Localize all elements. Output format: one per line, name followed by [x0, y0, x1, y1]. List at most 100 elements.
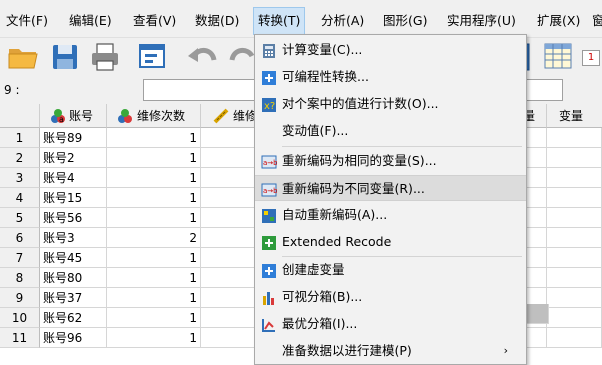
dialog-recall-icon[interactable] [136, 40, 170, 74]
value-labels-badge[interactable]: 1 [582, 50, 600, 66]
cell-variable[interactable] [547, 148, 602, 168]
row-number[interactable]: 5 [0, 208, 40, 228]
menu-item-recode-different[interactable]: a→b 重新编码为不同变量(R)... [255, 175, 526, 201]
menu-view[interactable]: 查看(V) [133, 10, 176, 32]
column-header-repair[interactable]: 维修 [201, 104, 255, 128]
cell-account[interactable]: 账号4 [40, 168, 107, 188]
menu-item-count-values[interactable]: x? 对个案中的值进行计数(O)... [255, 91, 526, 117]
cell-repair-count[interactable]: 1 [107, 148, 201, 168]
cell-repair[interactable] [201, 148, 255, 168]
cell-repair-count[interactable]: 1 [107, 208, 201, 228]
cell-repair-count[interactable]: 1 [107, 288, 201, 308]
cell-repair-count[interactable]: 2 [107, 228, 201, 248]
cell-repair[interactable] [201, 328, 255, 348]
menu-item-extended-recode[interactable]: Extended Recode [255, 229, 526, 255]
cell-account[interactable]: 账号62 [40, 308, 107, 328]
menu-analyze[interactable]: 分析(A) [321, 10, 364, 32]
menu-edit[interactable]: 编辑(E) [69, 10, 112, 32]
menu-window[interactable]: 窗 [592, 10, 602, 32]
menu-extensions[interactable]: 扩展(X) [537, 10, 580, 32]
column-header-label: 量 [527, 104, 535, 127]
cell-account[interactable]: 账号3 [40, 228, 107, 248]
cell-variable[interactable] [527, 188, 547, 208]
cell-repair[interactable] [201, 288, 255, 308]
cell-repair-count[interactable]: 1 [107, 308, 201, 328]
cell-variable[interactable] [547, 248, 602, 268]
menu-item-compute-variable[interactable]: 计算变量(C)... [255, 37, 526, 63]
row-number[interactable]: 2 [0, 148, 40, 168]
row-number[interactable]: 7 [0, 248, 40, 268]
cell-repair-count[interactable]: 1 [107, 328, 201, 348]
row-number[interactable]: 11 [0, 328, 40, 348]
cell-account[interactable]: 账号2 [40, 148, 107, 168]
undo-icon[interactable] [186, 40, 220, 74]
cell-repair[interactable] [201, 128, 255, 148]
row-number[interactable]: 6 [0, 228, 40, 248]
menu-item-visual-binning[interactable]: 可视分箱(B)... [255, 284, 526, 310]
menu-data[interactable]: 数据(D) [195, 10, 239, 32]
cell-variable[interactable] [527, 228, 547, 248]
cell-repair[interactable] [201, 308, 255, 328]
cell-repair-count[interactable]: 1 [107, 168, 201, 188]
cell-account[interactable]: 账号80 [40, 268, 107, 288]
cell-account[interactable]: 账号56 [40, 208, 107, 228]
row-number[interactable]: 9 [0, 288, 40, 308]
cell-repair-count[interactable]: 1 [107, 128, 201, 148]
menu-file[interactable]: 文件(F) [6, 10, 48, 32]
cell-repair[interactable] [201, 188, 255, 208]
menu-transform[interactable]: 转换(T) [252, 7, 306, 35]
open-folder-icon[interactable] [6, 40, 40, 74]
cell-variable[interactable] [527, 208, 547, 228]
row-number[interactable]: 8 [0, 268, 40, 288]
cell-repair-count[interactable]: 1 [107, 248, 201, 268]
cell-repair-count[interactable]: 1 [107, 188, 201, 208]
table-icon[interactable] [542, 40, 576, 74]
save-icon[interactable] [48, 40, 82, 74]
cell-variable[interactable] [547, 168, 602, 188]
cell-variable[interactable] [547, 328, 602, 348]
row-number[interactable]: 10 [0, 308, 40, 328]
cell-variable[interactable] [527, 268, 547, 288]
cell-repair[interactable] [201, 208, 255, 228]
selected-cell[interactable] [527, 304, 549, 324]
cell-variable[interactable] [547, 188, 602, 208]
cell-variable[interactable] [547, 228, 602, 248]
menu-item-auto-recode[interactable]: 自动重新编码(A)... [255, 202, 526, 228]
cell-variable[interactable] [527, 128, 547, 148]
menu-item-prepare-data-modeling[interactable]: 准备数据以进行建模(P) › [255, 338, 526, 364]
cell-repair[interactable] [201, 248, 255, 268]
row-number[interactable]: 3 [0, 168, 40, 188]
column-header-variable-partial[interactable]: 量 [527, 104, 547, 128]
cell-account[interactable]: 账号37 [40, 288, 107, 308]
cell-repair-count[interactable]: 1 [107, 268, 201, 288]
cell-variable[interactable] [527, 168, 547, 188]
row-number[interactable]: 4 [0, 188, 40, 208]
cell-variable[interactable] [547, 208, 602, 228]
menu-item-shift-values[interactable]: 变动值(F)... [255, 118, 526, 144]
cell-repair[interactable] [201, 168, 255, 188]
print-icon[interactable] [88, 40, 122, 74]
cell-variable[interactable] [527, 248, 547, 268]
menu-item-recode-same[interactable]: a→b 重新编码为相同的变量(S)... [255, 148, 526, 174]
cell-variable[interactable] [547, 288, 602, 308]
menu-graphs[interactable]: 图形(G) [383, 10, 427, 32]
menu-item-programmability-transform[interactable]: 可编程性转换... [255, 64, 526, 90]
cell-account[interactable]: 账号96 [40, 328, 107, 348]
column-header-repair-count[interactable]: 维修次数 [107, 104, 201, 128]
menu-utilities[interactable]: 实用程序(U) [447, 10, 516, 32]
cell-variable[interactable] [547, 308, 602, 328]
column-header-variable[interactable]: 变量 [547, 104, 602, 128]
cell-repair[interactable] [201, 268, 255, 288]
column-header-account[interactable]: a 账号 [40, 104, 107, 128]
cell-account[interactable]: 账号15 [40, 188, 107, 208]
cell-repair[interactable] [201, 228, 255, 248]
cell-variable[interactable] [547, 268, 602, 288]
cell-variable[interactable] [547, 128, 602, 148]
cell-variable[interactable] [527, 148, 547, 168]
cell-account[interactable]: 账号89 [40, 128, 107, 148]
row-number[interactable]: 1 [0, 128, 40, 148]
cell-account[interactable]: 账号45 [40, 248, 107, 268]
menu-item-create-dummy-variables[interactable]: 创建虚变量 [255, 257, 526, 283]
cell-variable[interactable] [527, 328, 547, 348]
menu-item-optimal-binning[interactable]: 最优分箱(I)... [255, 311, 526, 337]
